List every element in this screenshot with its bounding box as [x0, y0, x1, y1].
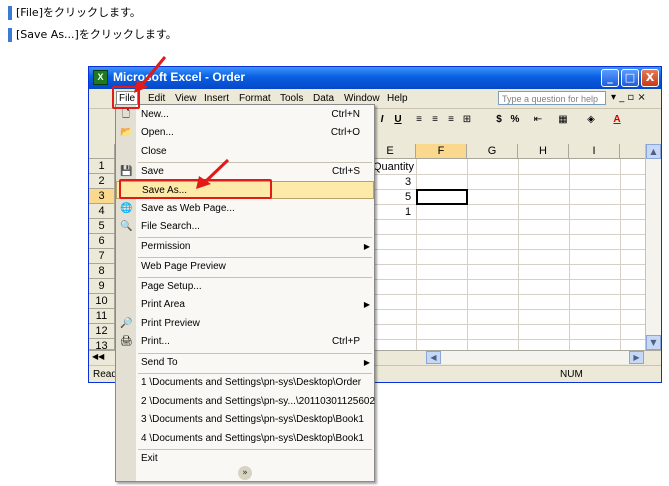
arrow-to-file-icon	[134, 56, 167, 93]
arrow-to-save-as-icon	[196, 158, 230, 189]
annotation-arrows	[134, 56, 230, 189]
